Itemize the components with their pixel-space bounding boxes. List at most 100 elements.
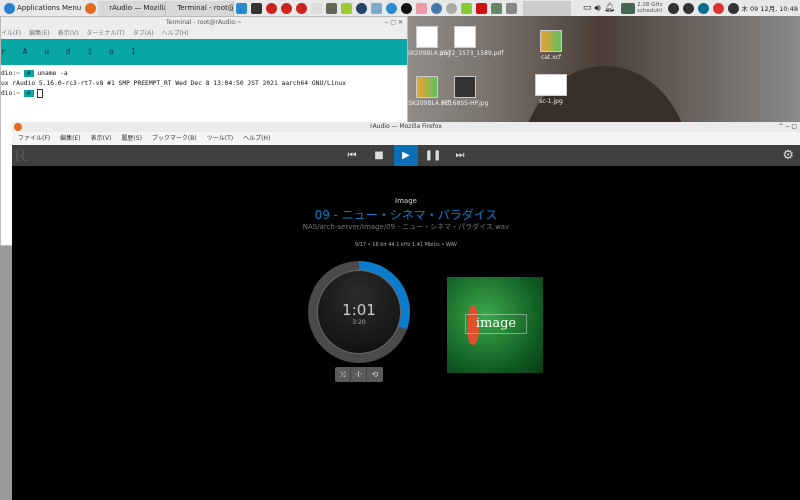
icon-label: FE168SS-HP.jpg: [441, 100, 489, 107]
launcher-icon[interactable]: [506, 2, 518, 14]
applications-menu-label: Applications Menu: [17, 4, 82, 12]
user-switch-icon[interactable]: [683, 2, 695, 14]
sleep-icon[interactable]: [698, 2, 710, 14]
launcher-icon[interactable]: [401, 2, 413, 14]
task-firefox[interactable]: rAudio — Mozilla Fi···: [98, 0, 167, 16]
clock[interactable]: 木 09 12月, 10:48: [741, 3, 800, 13]
window-controls[interactable]: ^ ‒ ▢: [779, 122, 797, 132]
time-display: 1:01 3:20: [317, 270, 401, 354]
menu-view[interactable]: 表示(V): [58, 28, 79, 39]
menu-help[interactable]: ヘルプ(H): [162, 28, 189, 39]
menu-history[interactable]: 履歴(S): [121, 132, 142, 145]
launcher-icon[interactable]: [461, 2, 473, 14]
album-name[interactable]: Image: [12, 197, 800, 205]
firefox-title: rAudio — Mozilla Firefox: [370, 123, 442, 130]
menu-terminal[interactable]: ターミナル(T): [86, 28, 124, 39]
firefox-titlebar[interactable]: rAudio — Mozilla Firefox ^ ‒ ▢: [12, 122, 800, 132]
terminal-title: Terminal - root@rAudio:~: [166, 19, 242, 26]
logout-icon[interactable]: [728, 2, 740, 14]
launcher-icon[interactable]: [446, 2, 458, 14]
previous-button[interactable]: ⏮︎: [340, 145, 364, 166]
a-launcher-icon[interactable]: [296, 2, 308, 14]
single-icon[interactable]: ·I·: [351, 367, 367, 382]
raudio-logo[interactable]: R: [14, 146, 26, 165]
prompt-hash: #: [23, 70, 34, 77]
terminal-launcher-icon[interactable]: [251, 2, 263, 14]
menu-file[interactable]: ファイル(F): [0, 28, 21, 39]
cpu-freq: 2.28 GHz schedutil: [637, 2, 662, 14]
power-icon[interactable]: [713, 2, 725, 14]
command-output: ux rAudio 5.16.0-rc3-rt7-v8 #1 SMP PREEM…: [1, 80, 346, 87]
task-terminal[interactable]: Terminal - root@rA···: [166, 0, 235, 16]
cpu-governor: schedutil: [637, 8, 663, 14]
filezilla-icon[interactable]: [476, 2, 488, 14]
icon-label: sc-1.jpg: [539, 98, 563, 105]
terminal-titlebar[interactable]: Terminal - root@rAudio:~ ‒ ▢ ✕: [1, 17, 407, 28]
menu-tabs[interactable]: タブ(A): [133, 28, 154, 39]
battery-icon: ▭: [582, 3, 592, 13]
top-panel: Applications Menu rAudio — Mozilla Fi···…: [0, 0, 800, 16]
pause-button[interactable]: ❚❚: [421, 145, 445, 166]
settings-gear-icon[interactable]: ⚙: [782, 148, 794, 163]
menu-edit[interactable]: 編集(E): [29, 28, 49, 39]
desktop-icon[interactable]: FE168SS-HP.jpg: [440, 76, 490, 107]
task-label: rAudio — Mozilla Fi···: [109, 4, 167, 12]
cpu-monitor-icon: [621, 2, 636, 14]
applications-icon: [4, 2, 15, 14]
firefox-menubar: ファイル(F) 編集(E) 表示(V) 履歴(S) ブックマーク(B) ツール(T) ヘルプ…: [12, 132, 800, 145]
menu-file[interactable]: ファイル(F): [18, 132, 50, 145]
file-path: NAS/arch-server/Image/09 - ニュー・シネマ・パラダイス…: [302, 223, 510, 231]
track-title[interactable]: 09 - ニュー・シネマ・パラダイス: [12, 206, 800, 223]
prompt: dio:~: [1, 90, 20, 97]
menu-tools[interactable]: ツール(T): [207, 132, 233, 145]
prompt-hash: #: [23, 90, 34, 97]
launcher-icon[interactable]: [326, 2, 338, 14]
launcher-icon[interactable]: [371, 2, 383, 14]
window-controls[interactable]: ‒ ▢ ✕: [385, 17, 403, 28]
desktop-icon[interactable]: sc-1.jpg: [526, 74, 576, 105]
firefox-launcher-icon[interactable]: [85, 2, 97, 14]
stop-button[interactable]: ■: [367, 145, 391, 166]
menu-bookmarks[interactable]: ブックマーク(B): [152, 132, 197, 145]
menu-view[interactable]: 表示(V): [91, 132, 112, 145]
total-time: 3:20: [352, 319, 366, 326]
command: uname -a: [37, 70, 68, 77]
volume-icon[interactable]: 🔊︎: [594, 3, 600, 14]
terminal-banner: r A u d i o 1: [1, 39, 407, 65]
playback-mode-controls: ⤨ ·I· ⟲: [335, 367, 383, 382]
menu-help[interactable]: ヘルプ(H): [243, 132, 270, 145]
launcher-icon[interactable]: [386, 2, 398, 14]
audio-player-icon[interactable]: [356, 2, 368, 14]
firefox-window[interactable]: rAudio — Mozilla Firefox ^ ‒ ▢ ファイル(F) 編集(…: [12, 122, 800, 500]
elapsed-time: 1:01: [342, 301, 376, 319]
r-launcher-icon[interactable]: [266, 2, 278, 14]
cover-title: image: [465, 314, 527, 334]
notification-bell-icon[interactable]: 🔔︎: [604, 3, 615, 13]
next-button[interactable]: ⏭︎: [448, 145, 472, 166]
music-icon[interactable]: [341, 2, 353, 14]
task-label: Terminal - root@rA···: [177, 4, 235, 12]
firefox-icon: [14, 123, 22, 131]
album-cover[interactable]: image: [447, 277, 543, 373]
play-button[interactable]: ▶: [394, 145, 418, 166]
lock-icon[interactable]: [668, 2, 680, 14]
launcher-icon[interactable]: [491, 2, 503, 14]
prompt: dio:~: [1, 70, 20, 77]
launcher-icon[interactable]: [311, 2, 323, 14]
track-info: 9/17 • 16 bit 44.1 kHz 1.41 Mbit/s • WAV: [354, 242, 458, 248]
l-launcher-icon[interactable]: [281, 2, 293, 14]
shuffle-icon[interactable]: ⤨: [335, 367, 351, 382]
menu-edit[interactable]: 編集(E): [60, 132, 80, 145]
workspace-switcher[interactable]: [523, 0, 572, 16]
icon-label: cat.xcf: [540, 54, 562, 61]
playback-toolbar: R ⏮︎ ■ ▶ ❚❚ ⏭︎ ⚙: [12, 145, 800, 166]
progress-knob[interactable]: 1:01 3:20: [308, 261, 410, 363]
desktop-icon[interactable]: cat.xcf: [526, 30, 576, 61]
applications-menu[interactable]: Applications Menu: [0, 0, 83, 16]
desktop-icon[interactable]: 1572_1573_1589.pdf: [440, 26, 503, 57]
repeat-icon[interactable]: ⟲: [367, 367, 383, 382]
launcher-icon[interactable]: [416, 2, 428, 14]
terminal-output[interactable]: dio:~ # uname -a ux rAudio 5.16.0-rc3-rt…: [1, 65, 407, 99]
launcher-icon[interactable]: [236, 2, 248, 14]
launcher-icon[interactable]: [431, 2, 443, 14]
